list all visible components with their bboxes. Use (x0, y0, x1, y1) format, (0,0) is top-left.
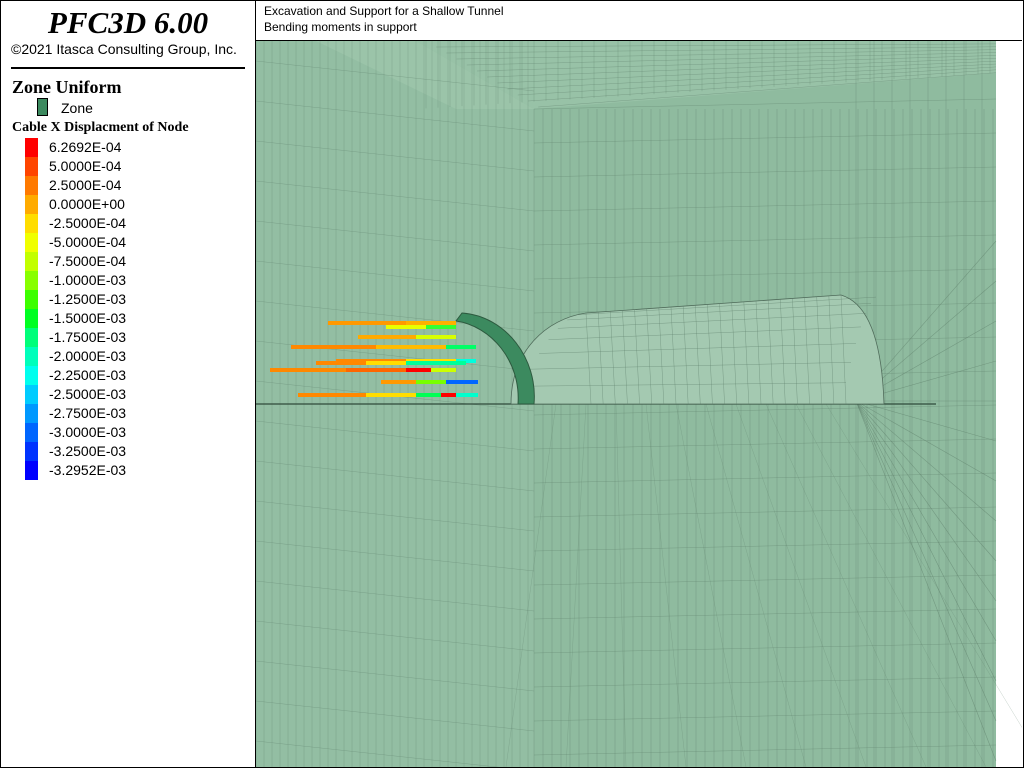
color-bar-tick-label: 5.0000E-04 (49, 158, 122, 174)
color-bar-swatch (25, 461, 38, 480)
zone-legend-label: Zone (61, 100, 93, 116)
color-bar-swatch (25, 423, 38, 442)
color-bar-swatch (25, 233, 38, 252)
color-bar-swatch (25, 309, 38, 328)
cable-legend-title: Cable X Displacment of Node (12, 120, 189, 135)
color-bar-tick-label: -2.2500E-03 (49, 367, 127, 383)
color-bar-tick-label: 2.5000E-04 (49, 177, 122, 193)
color-bar (25, 138, 38, 480)
color-bar-swatch (25, 176, 38, 195)
zone-color-swatch (37, 98, 48, 116)
color-bar-swatch (25, 442, 38, 461)
color-bar-ticks: 6.2692E-04 5.0000E-04 2.5000E-04 0.0000E+00… (49, 138, 126, 480)
zone-legend-title: Zone Uniform (12, 77, 122, 97)
legend-divider (11, 67, 245, 69)
plot-title-line1: Excavation and Support for a Shallow Tun… (264, 4, 504, 18)
color-bar-swatch (25, 290, 38, 309)
color-bar-swatch (25, 366, 38, 385)
color-bar-tick-label: 6.2692E-04 (49, 139, 122, 155)
color-bar-swatch (25, 138, 38, 157)
color-bar-swatch (25, 404, 38, 423)
color-bar-swatch (25, 328, 38, 347)
color-bar-tick-label: -2.5000E-03 (49, 386, 127, 402)
color-bar-tick-label: -5.0000E-04 (49, 234, 127, 250)
color-bar-tick-label: -1.7500E-03 (49, 329, 127, 345)
color-bar-tick-label: -3.2500E-03 (49, 443, 127, 459)
plot-title-line2: Bending moments in support (264, 20, 417, 34)
color-bar-tick-label: -7.5000E-04 (49, 253, 127, 269)
color-bar-tick-label: -1.2500E-03 (49, 291, 127, 307)
model-view[interactable] (256, 41, 1022, 767)
color-bar-swatch (25, 195, 38, 214)
color-bar-tick-label: -3.2952E-03 (49, 462, 127, 478)
color-bar-swatch (25, 252, 38, 271)
color-bar-swatch (25, 157, 38, 176)
model-viewport[interactable] (256, 41, 1022, 767)
legend-panel: PFC3D 6.00 ©2021 Itasca Consulting Group… (1, 1, 256, 767)
app-title: PFC3D 6.00 (47, 5, 209, 40)
color-bar-tick-label: 0.0000E+00 (49, 196, 125, 212)
plot-header: Excavation and Support for a Shallow Tun… (256, 1, 1022, 41)
color-bar-swatch (25, 347, 38, 366)
color-bar-swatch (25, 385, 38, 404)
color-bar-swatch (25, 271, 38, 290)
color-bar-tick-label: -1.5000E-03 (49, 310, 127, 326)
color-bar-tick-label: -2.5000E-04 (49, 215, 127, 231)
copyright-text: ©2021 Itasca Consulting Group, Inc. (11, 41, 237, 57)
color-bar-tick-label: -2.7500E-03 (49, 405, 127, 421)
color-bar-swatch (25, 214, 38, 233)
color-bar-tick-label: -2.0000E-03 (49, 348, 127, 364)
color-bar-tick-label: -3.0000E-03 (49, 424, 127, 440)
color-bar-tick-label: -1.0000E-03 (49, 272, 127, 288)
